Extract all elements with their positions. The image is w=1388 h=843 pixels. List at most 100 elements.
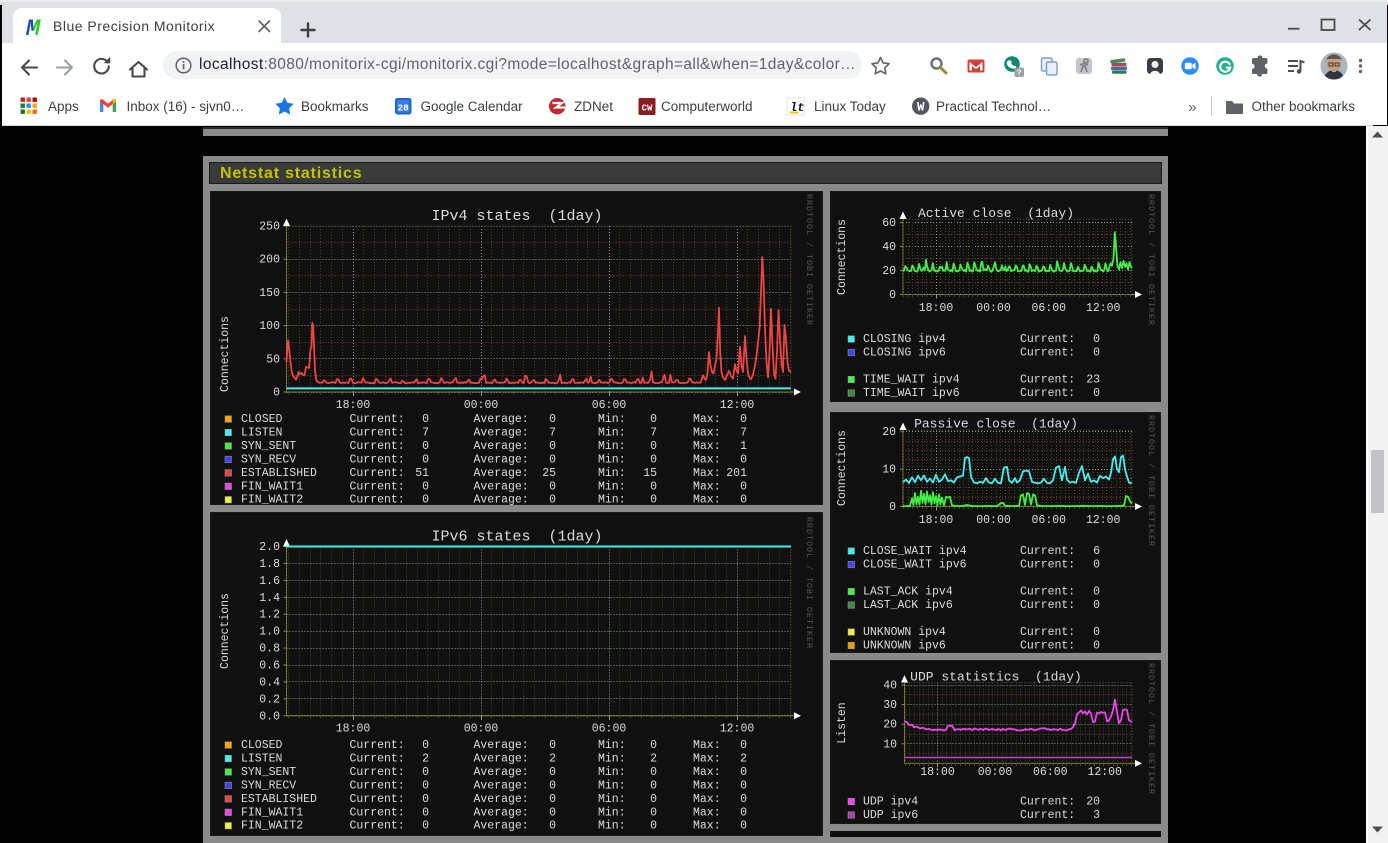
svg-text:Current:: Current:	[1020, 626, 1075, 639]
svg-text:2.0: 2.0	[259, 541, 280, 554]
svg-text:250: 250	[259, 221, 280, 234]
svg-text:IPv4 states (1day): IPv4 states (1day)	[431, 208, 602, 225]
svg-text:0: 0	[650, 779, 657, 792]
svg-text:FIN_WAIT1: FIN_WAIT1	[241, 480, 303, 493]
svg-text:FIN_WAIT1: FIN_WAIT1	[241, 806, 303, 819]
svg-text:0: 0	[740, 766, 747, 779]
svg-text:40: 40	[882, 241, 896, 254]
svg-text:0: 0	[1093, 599, 1100, 612]
svg-text:SYN_RECV: SYN_RECV	[241, 453, 296, 466]
svg-text:0: 0	[549, 440, 556, 453]
svg-text:2: 2	[422, 752, 429, 765]
svg-text:Current:: Current:	[350, 739, 405, 752]
svg-text:Current:: Current:	[350, 480, 405, 493]
svg-text:Current:: Current:	[1020, 640, 1075, 653]
svg-text:12:00: 12:00	[1086, 302, 1121, 315]
svg-text:00:00: 00:00	[978, 766, 1013, 779]
svg-text:20: 20	[882, 265, 896, 278]
svg-text:12:00: 12:00	[1086, 514, 1121, 527]
svg-text:0: 0	[740, 453, 747, 466]
svg-text:Current:: Current:	[1020, 374, 1075, 387]
svg-text:Current:: Current:	[350, 426, 405, 439]
svg-text:Average:: Average:	[474, 467, 529, 480]
svg-text:0: 0	[422, 779, 429, 792]
svg-text:Min:: Min:	[598, 440, 626, 453]
svg-text:CLOSING ipv4: CLOSING ipv4	[863, 333, 946, 346]
svg-text:51: 51	[415, 467, 429, 480]
svg-text:0: 0	[740, 806, 747, 819]
svg-text:ESTABLISHED: ESTABLISHED	[241, 467, 317, 480]
svg-text:Average:: Average:	[474, 453, 529, 466]
svg-text:Current:: Current:	[350, 752, 405, 765]
svg-text:Min:: Min:	[598, 494, 626, 506]
svg-text:Average:: Average:	[474, 752, 529, 765]
svg-text:Current:: Current:	[1020, 347, 1075, 360]
svg-text:0: 0	[549, 480, 556, 493]
svg-text:Min:: Min:	[598, 480, 626, 493]
svg-text:0: 0	[1093, 626, 1100, 639]
svg-text:12:00: 12:00	[720, 399, 755, 412]
svg-text:W: W	[917, 101, 925, 115]
svg-text:Average:: Average:	[474, 426, 529, 439]
svg-text:Current:: Current:	[350, 467, 405, 480]
svg-text:0: 0	[422, 480, 429, 493]
svg-text:Min:: Min:	[598, 779, 626, 792]
svg-text:23: 23	[1086, 374, 1100, 387]
svg-text:Max:: Max:	[693, 426, 721, 439]
svg-text:0: 0	[422, 494, 429, 506]
svg-text:0: 0	[549, 766, 556, 779]
svg-text:LAST_ACK ipv6: LAST_ACK ipv6	[863, 599, 953, 612]
svg-text:Min:: Min:	[598, 752, 626, 765]
svg-text:Min:: Min:	[598, 806, 626, 819]
svg-text:0: 0	[740, 480, 747, 493]
svg-text:SYN_SENT: SYN_SENT	[241, 440, 296, 453]
svg-text:12:00: 12:00	[1087, 766, 1122, 779]
svg-text:Average:: Average:	[474, 793, 529, 806]
svg-text:TIME_WAIT ipv4: TIME_WAIT ipv4	[863, 374, 960, 387]
svg-text:0: 0	[1093, 586, 1100, 599]
svg-text:0: 0	[1093, 559, 1100, 572]
svg-text:06:00: 06:00	[592, 723, 627, 736]
svg-text:Max:: Max:	[693, 779, 721, 792]
svg-text:LISTEN: LISTEN	[241, 752, 282, 765]
svg-text:Max:: Max:	[693, 480, 721, 493]
svg-text:Average:: Average:	[474, 766, 529, 779]
svg-text:0: 0	[422, 739, 429, 752]
svg-text:Connections: Connections	[219, 593, 232, 669]
svg-text:Average:: Average:	[474, 413, 529, 426]
svg-text:1.8: 1.8	[259, 558, 280, 571]
svg-text:Active close (1day): Active close (1day)	[918, 206, 1074, 221]
svg-text:0: 0	[740, 793, 747, 806]
svg-text:18:00: 18:00	[920, 766, 955, 779]
svg-text:0: 0	[650, 480, 657, 493]
svg-text:0: 0	[549, 820, 556, 833]
svg-text:0: 0	[422, 453, 429, 466]
svg-text:Current:: Current:	[1020, 796, 1075, 809]
svg-text:150: 150	[259, 287, 280, 300]
svg-text:12:00: 12:00	[720, 723, 755, 736]
svg-text:0.8: 0.8	[259, 643, 280, 656]
svg-text:0: 0	[1093, 387, 1100, 400]
svg-text:Min:: Min:	[598, 766, 626, 779]
svg-text:0: 0	[650, 766, 657, 779]
svg-text:0: 0	[650, 820, 657, 833]
svg-text:0: 0	[549, 793, 556, 806]
svg-text:FIN_WAIT2: FIN_WAIT2	[241, 494, 303, 506]
svg-text:1.4: 1.4	[259, 592, 280, 605]
svg-text:00:00: 00:00	[976, 302, 1011, 315]
svg-text:15: 15	[643, 467, 657, 480]
svg-text:7: 7	[549, 426, 556, 439]
svg-text:Passive close (1day): Passive close (1day)	[914, 417, 1078, 432]
svg-text:RRDTOOL / TOBI OETIKER: RRDTOOL / TOBI OETIKER	[804, 517, 814, 649]
svg-text:18:00: 18:00	[919, 514, 954, 527]
svg-text:00:00: 00:00	[464, 723, 499, 736]
svg-text:0: 0	[549, 453, 556, 466]
svg-text:0: 0	[740, 413, 747, 426]
svg-text:18:00: 18:00	[919, 302, 954, 315]
svg-text:Max:: Max:	[693, 739, 721, 752]
svg-text:18:00: 18:00	[336, 723, 371, 736]
svg-text:Current:: Current:	[350, 440, 405, 453]
svg-text:0: 0	[1093, 333, 1100, 346]
svg-text:CLOSE_WAIT ipv6: CLOSE_WAIT ipv6	[863, 559, 967, 572]
svg-text:Average:: Average:	[474, 820, 529, 833]
